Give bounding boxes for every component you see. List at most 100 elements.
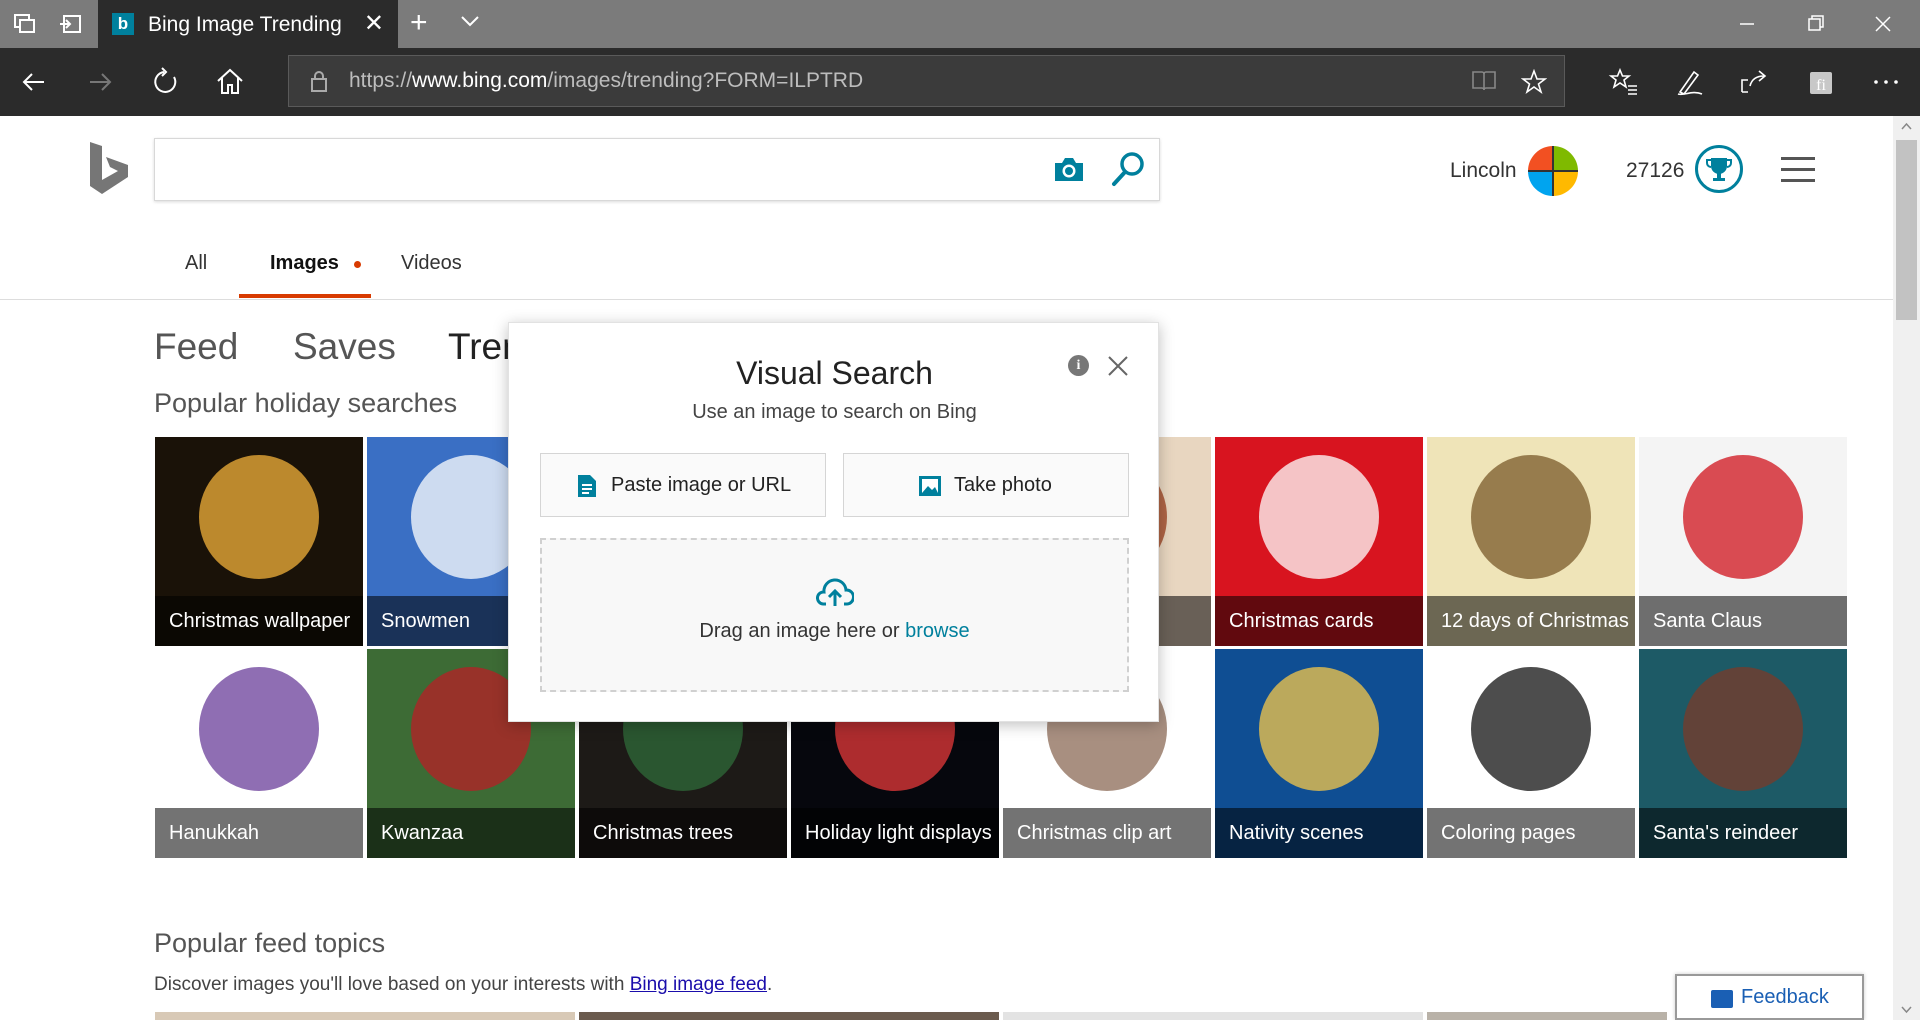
share-icon[interactable] <box>1738 66 1770 98</box>
forward-arrow-icon[interactable] <box>84 66 116 98</box>
feedback-button[interactable]: Feedback <box>1675 974 1864 1020</box>
holiday-tile[interactable]: 12 days of Christmas <box>1427 437 1635 646</box>
tile-caption: Santa Claus <box>1639 596 1847 646</box>
holiday-section-title: Popular holiday searches <box>154 388 458 418</box>
scroll-up-arrow-icon[interactable] <box>1901 122 1912 130</box>
tab-preview-chevron-icon[interactable] <box>460 14 480 28</box>
scope-all[interactable]: All <box>185 252 207 275</box>
restore-icon[interactable] <box>1800 12 1830 36</box>
tile-caption: 12 days of Christmas <box>1427 596 1635 646</box>
drop-zone-text: Drag an image here or browse <box>542 620 1127 643</box>
user-name[interactable]: Lincoln <box>1450 159 1517 183</box>
holiday-tile[interactable]: Nativity scenes <box>1215 649 1423 858</box>
tile-caption: Coloring pages <box>1427 808 1635 858</box>
scrollbar-thumb[interactable] <box>1896 140 1917 320</box>
set-aside-tabs-icon[interactable] <box>60 14 82 34</box>
url-path: /images/trending?FORM=ILPTRD <box>547 69 864 92</box>
reading-view-icon[interactable] <box>1471 69 1497 93</box>
home-icon[interactable] <box>214 66 246 98</box>
feedback-chat-icon <box>1711 990 1733 1008</box>
favorite-star-icon[interactable] <box>1521 69 1547 95</box>
url-host: www.bing.com <box>412 69 548 92</box>
holiday-tile[interactable]: Hanukkah <box>155 649 363 858</box>
holiday-tile[interactable]: Santa Claus <box>1639 437 1847 646</box>
tile-caption: Nativity scenes <box>1215 808 1423 858</box>
subtab-feed[interactable]: Feed <box>154 326 238 368</box>
image-icon <box>919 476 941 496</box>
pen-notes-icon[interactable] <box>1674 66 1706 98</box>
page-scrollbar[interactable] <box>1893 116 1920 1020</box>
url-text[interactable]: https://www.bing.com/images/trending?FOR… <box>349 69 863 93</box>
document-icon <box>578 475 596 497</box>
holiday-tile[interactable]: Coloring pages <box>1427 649 1635 858</box>
feed-topic-image[interactable] <box>1427 1012 1667 1020</box>
rewards-trophy-icon[interactable] <box>1695 145 1743 193</box>
close-icon[interactable] <box>1107 355 1129 377</box>
tile-caption: Holiday light displays <box>791 808 999 858</box>
window-close-icon[interactable] <box>1868 12 1898 36</box>
scope-videos[interactable]: Videos <box>401 252 462 275</box>
url-prefix: https:// <box>349 69 413 92</box>
feed-topic-image[interactable] <box>155 1012 575 1020</box>
scope-images[interactable]: Images <box>270 252 339 275</box>
tile-caption: Christmas wallpaper <box>155 596 363 646</box>
bing-image-feed-link[interactable]: Bing image feed <box>630 974 767 995</box>
tile-caption: Christmas cards <box>1215 596 1423 646</box>
take-photo-button[interactable]: Take photo <box>843 453 1129 517</box>
address-bar[interactable]: https://www.bing.com/images/trending?FOR… <box>288 55 1565 107</box>
browser-titlebar: b Bing Image Trending ✕ + <box>0 0 1920 48</box>
image-drop-zone[interactable]: Drag an image here or browse <box>540 538 1129 692</box>
favorites-hub-icon[interactable] <box>1608 66 1640 98</box>
feed-desc-end: . <box>767 974 773 995</box>
scroll-down-arrow-icon[interactable] <box>1901 1006 1912 1014</box>
holiday-tile[interactable]: Christmas cards <box>1215 437 1423 646</box>
new-tab-icon[interactable]: + <box>410 8 428 38</box>
menu-hamburger-icon[interactable] <box>1781 157 1815 190</box>
feed-topic-image[interactable] <box>579 1012 999 1020</box>
refresh-icon[interactable] <box>150 66 182 98</box>
browser-navbar: https://www.bing.com/images/trending?FOR… <box>0 48 1920 116</box>
tile-caption: Hanukkah <box>155 808 363 858</box>
minimize-icon[interactable] <box>1732 12 1762 36</box>
holiday-tile[interactable]: Christmas wallpaper <box>155 437 363 646</box>
visual-search-subtitle: Use an image to search on Bing <box>692 401 977 423</box>
visual-search-popup: Visual Search Use an image to search on … <box>508 322 1159 722</box>
more-options-icon[interactable] <box>1870 66 1902 98</box>
scope-active-underline <box>239 294 371 298</box>
tile-caption: Santa's reindeer <box>1639 808 1847 858</box>
back-arrow-icon[interactable] <box>18 66 50 98</box>
holiday-tile[interactable]: Santa's reindeer <box>1639 649 1847 858</box>
rewards-points[interactable]: 27126 <box>1626 159 1684 183</box>
paste-image-url-label: Paste image or URL <box>611 474 792 496</box>
feedback-label: Feedback <box>1741 986 1829 1008</box>
tab-close-icon[interactable]: ✕ <box>364 12 384 36</box>
camera-icon[interactable] <box>1053 155 1085 183</box>
feed-desc-text: Discover images you'll love based on you… <box>154 974 625 995</box>
drop-zone-instruction: Drag an image here or <box>699 620 900 642</box>
tile-caption: Christmas clip art <box>1003 808 1211 858</box>
browser-tab-active[interactable]: b Bing Image Trending ✕ <box>98 0 398 48</box>
bing-favicon-icon: b <box>112 13 134 35</box>
header-divider <box>0 299 1893 300</box>
lock-icon <box>311 71 327 92</box>
tile-caption: Christmas trees <box>579 808 787 858</box>
tile-caption: Kwanzaa <box>367 808 575 858</box>
tab-title: Bing Image Trending <box>148 13 342 36</box>
avatar[interactable] <box>1528 146 1578 196</box>
browse-link[interactable]: browse <box>905 620 969 642</box>
feed-topic-image[interactable] <box>1003 1012 1423 1020</box>
visual-search-title: Visual Search <box>736 355 933 391</box>
paste-image-url-button[interactable]: Paste image or URL <box>540 453 826 517</box>
extension-icon[interactable]: fi <box>1804 66 1836 98</box>
tab-actions-icon[interactable] <box>14 14 36 34</box>
info-icon[interactable]: i <box>1068 355 1089 376</box>
feed-section-title: Popular feed topics <box>154 928 386 958</box>
take-photo-label: Take photo <box>954 474 1052 496</box>
search-magnifier-icon[interactable] <box>1111 151 1145 187</box>
scope-notification-dot <box>354 261 361 268</box>
search-box <box>154 138 1160 201</box>
bing-logo-icon[interactable] <box>88 140 130 196</box>
subtab-saves[interactable]: Saves <box>293 326 396 368</box>
search-input[interactable] <box>169 151 1039 189</box>
bing-page: Lincoln 27126 All Images Videos Feed Sav… <box>0 116 1893 1020</box>
